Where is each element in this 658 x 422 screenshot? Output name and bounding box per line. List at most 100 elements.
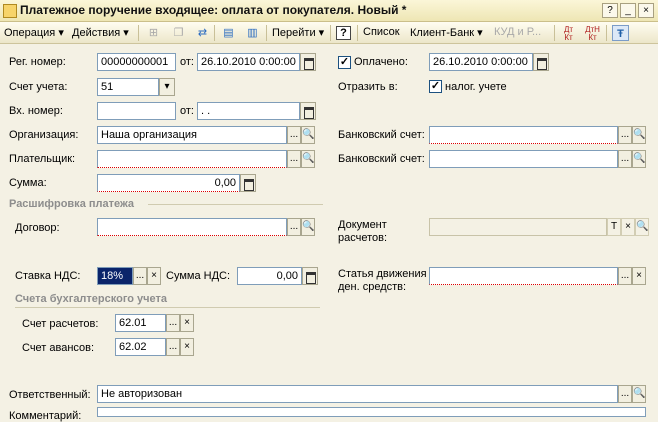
title-bar: Платежное поручение входящее: оплата от … bbox=[0, 0, 658, 22]
client-bank-label: Клиент-Банк bbox=[410, 27, 475, 39]
paid-checkbox[interactable]: ✓ bbox=[338, 56, 351, 69]
dt-h-kt-label: ДтН Кт bbox=[585, 25, 600, 42]
toolbar-separator bbox=[330, 25, 331, 41]
clear-icon[interactable]: × bbox=[180, 314, 194, 332]
select-button[interactable]: ... bbox=[166, 314, 180, 332]
type-icon: T bbox=[607, 218, 621, 236]
goto-menu[interactable]: Перейти ▾ bbox=[272, 26, 324, 39]
paid-date-field[interactable]: 26.10.2010 0:00:00 bbox=[429, 53, 533, 71]
toolbar: Операция ▾ Действия ▾ ⊞ ❐ ⇄ ▤ ▥ Перейти … bbox=[0, 22, 658, 44]
clear-icon[interactable]: × bbox=[180, 338, 194, 356]
refresh-icon[interactable]: ⇄ bbox=[194, 25, 211, 41]
bank-account-label: Банковский счет: bbox=[338, 129, 425, 141]
operation-menu[interactable]: Операция ▾ bbox=[4, 26, 64, 39]
select-button[interactable]: ... bbox=[618, 267, 632, 285]
dropdown-icon[interactable]: ▾ bbox=[159, 78, 175, 96]
operation-menu-label: Операция bbox=[4, 27, 56, 39]
toolbar-separator bbox=[357, 25, 358, 41]
select-button[interactable]: ... bbox=[618, 385, 632, 403]
responsible-field[interactable]: Не авторизован bbox=[97, 385, 618, 403]
cash-flow-field[interactable] bbox=[429, 267, 618, 285]
vat-rate-field[interactable]: 18% bbox=[97, 267, 133, 285]
help-icon[interactable]: ? bbox=[336, 26, 351, 40]
organization-label: Организация: bbox=[9, 129, 79, 141]
reg-number-field[interactable]: 00000000001 bbox=[97, 53, 176, 71]
client-bank-menu[interactable]: Клиент-Банк ▾ bbox=[410, 26, 483, 39]
list-button[interactable]: Список bbox=[363, 26, 400, 38]
in-from-label: от: bbox=[180, 105, 194, 117]
reg-number-label: Рег. номер: bbox=[9, 56, 66, 68]
select-button[interactable]: ... bbox=[133, 267, 147, 285]
advance-account-field[interactable]: 62.02 bbox=[115, 338, 166, 356]
paid-label: Оплачено: bbox=[354, 56, 408, 68]
open-icon[interactable]: 🔍 bbox=[301, 150, 315, 168]
section-divider bbox=[148, 204, 323, 205]
payer-label: Плательщик: bbox=[9, 153, 76, 165]
comment-field[interactable] bbox=[97, 407, 646, 417]
in-number-field[interactable] bbox=[97, 102, 176, 120]
toolbar-separator bbox=[214, 25, 215, 41]
breakdown-section-title: Расшифровка платежа bbox=[9, 198, 135, 210]
in-date-field[interactable]: . . bbox=[197, 102, 300, 120]
toolbar-separator bbox=[138, 25, 139, 41]
amount-field[interactable]: 0,00 bbox=[97, 174, 240, 192]
vat-rate-label: Ставка НДС: bbox=[15, 270, 81, 282]
contract-field[interactable] bbox=[97, 218, 287, 236]
minimize-button[interactable]: _ bbox=[620, 3, 636, 18]
dt-kt-icon[interactable]: Дт Кт bbox=[560, 26, 577, 42]
calendar-icon[interactable] bbox=[300, 53, 316, 71]
account-label: Счет учета: bbox=[9, 81, 68, 93]
calculator-icon[interactable] bbox=[302, 267, 318, 285]
account-select[interactable]: 51 bbox=[97, 78, 159, 96]
open-icon[interactable]: 🔍 bbox=[301, 126, 315, 144]
select-button[interactable]: ... bbox=[618, 150, 632, 168]
settlement-account-label: Счет расчетов: bbox=[22, 318, 99, 330]
open-icon[interactable]: 🔍 bbox=[632, 126, 646, 144]
section-divider bbox=[15, 307, 320, 308]
help-window-button[interactable]: ? bbox=[602, 3, 618, 18]
clear-icon[interactable]: × bbox=[632, 267, 646, 285]
payer-bank-account-field[interactable] bbox=[429, 150, 618, 168]
settlement-account-field[interactable]: 62.01 bbox=[115, 314, 166, 332]
add-icon[interactable]: ⊞ bbox=[145, 25, 162, 41]
print-icon[interactable]: ▥ bbox=[244, 25, 261, 41]
open-icon[interactable]: 🔍 bbox=[301, 218, 315, 236]
tax-accounting-label: налог. учете bbox=[445, 81, 507, 93]
open-icon[interactable]: 🔍 bbox=[632, 150, 646, 168]
select-button[interactable]: ... bbox=[287, 126, 301, 144]
cash-flow-label: Статья движения ден. средств: bbox=[338, 268, 427, 293]
organization-field[interactable]: Наша организация bbox=[97, 126, 287, 144]
responsible-label: Ответственный: bbox=[9, 389, 91, 401]
post-icon[interactable]: ▤ bbox=[220, 25, 237, 41]
close-button[interactable]: × bbox=[638, 3, 654, 18]
tax-accounting-checkbox[interactable]: ✓ bbox=[429, 80, 442, 93]
from-label: от: bbox=[180, 56, 194, 68]
toolbar-separator bbox=[266, 25, 267, 41]
contract-label: Договор: bbox=[15, 222, 60, 234]
copy-icon[interactable]: ❐ bbox=[170, 25, 187, 41]
calendar-icon[interactable] bbox=[300, 102, 316, 120]
vat-amount-field[interactable]: 0,00 bbox=[237, 267, 302, 285]
payer-field[interactable] bbox=[97, 150, 287, 168]
actions-menu[interactable]: Действия ▾ bbox=[72, 26, 129, 39]
bank-account-field[interactable] bbox=[429, 126, 618, 144]
calendar-icon[interactable] bbox=[533, 53, 549, 71]
toolbar-separator bbox=[554, 25, 555, 41]
select-button[interactable]: ... bbox=[287, 218, 301, 236]
document-icon bbox=[3, 4, 17, 18]
reflect-label: Отразить в: bbox=[338, 81, 398, 93]
in-number-label: Вх. номер: bbox=[9, 105, 63, 117]
settlement-doc-label: Документ расчетов: bbox=[338, 219, 388, 244]
kud-button[interactable]: КУД и Р... bbox=[494, 26, 541, 38]
select-button[interactable]: ... bbox=[618, 126, 632, 144]
select-button[interactable]: ... bbox=[287, 150, 301, 168]
open-icon[interactable]: 🔍 bbox=[632, 385, 646, 403]
vat-amount-label: Сумма НДС: bbox=[166, 270, 231, 282]
clear-icon[interactable]: × bbox=[147, 267, 161, 285]
structure-icon[interactable]: Ŧ bbox=[612, 25, 629, 41]
calculator-icon[interactable] bbox=[240, 174, 256, 192]
select-button[interactable]: ... bbox=[166, 338, 180, 356]
payer-bank-account-label: Банковский счет: bbox=[338, 153, 425, 165]
reg-date-field[interactable]: 26.10.2010 0:00:00 bbox=[197, 53, 300, 71]
dt-h-kt-icon[interactable]: ДтН Кт bbox=[584, 26, 601, 42]
